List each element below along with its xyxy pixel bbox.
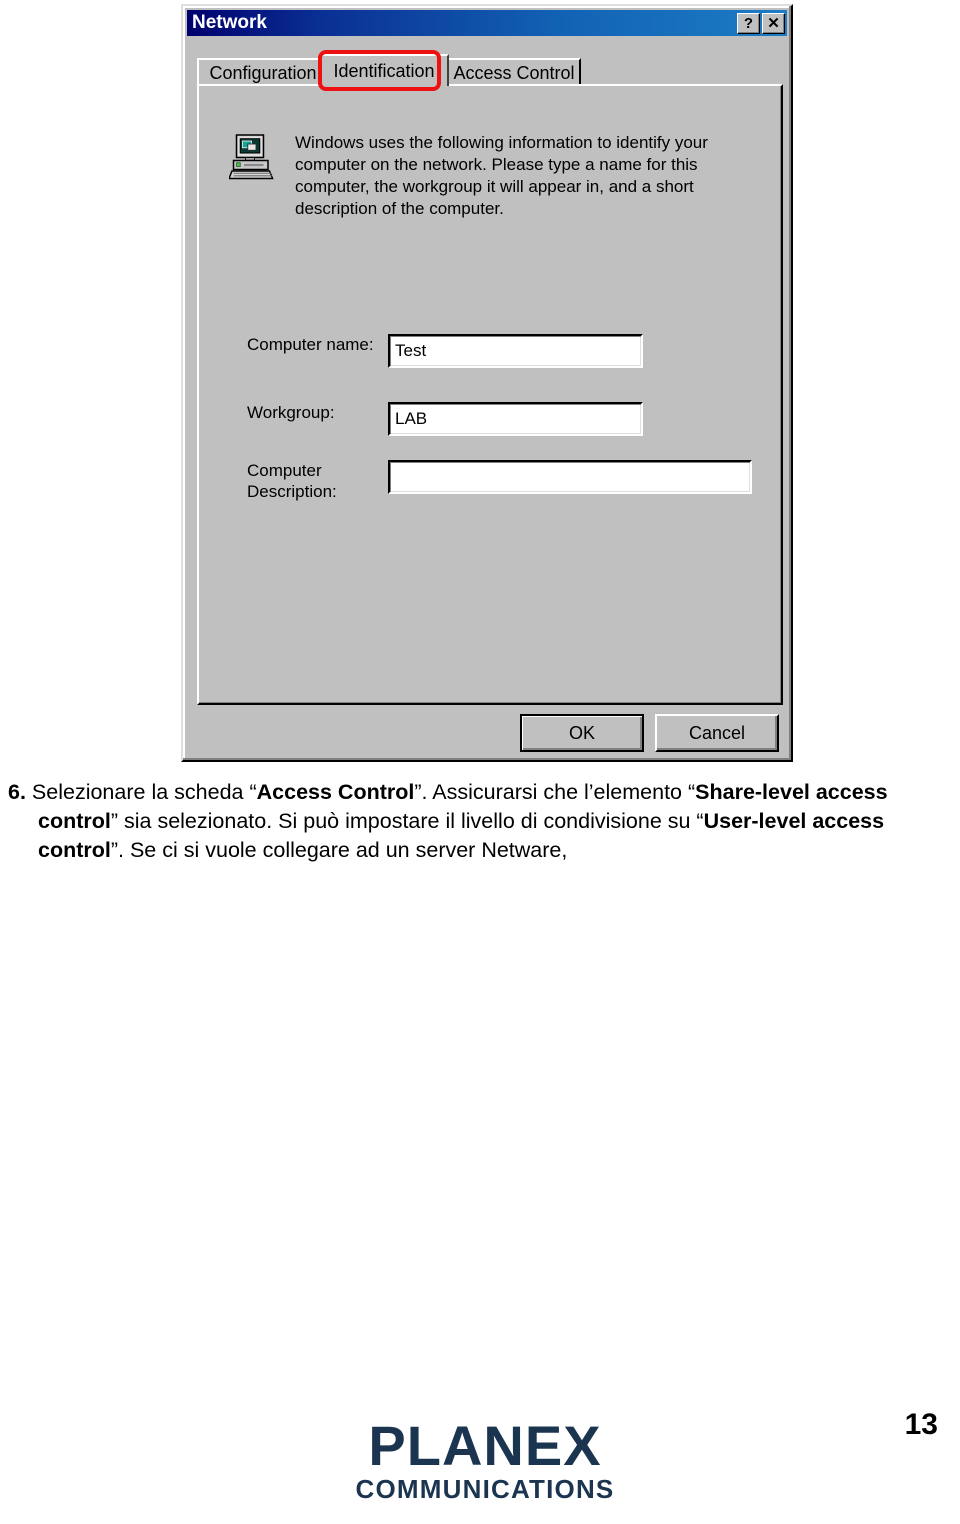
computer-name-input[interactable]: Test: [388, 334, 643, 368]
instruction-bold-access-control: Access Control: [256, 780, 415, 804]
field-computer-name: Computer name: Test: [247, 334, 643, 368]
tab-identification[interactable]: Identification: [319, 54, 449, 86]
field-workgroup: Workgroup: LAB: [247, 402, 643, 436]
instruction-text-c: ”. Assicurarsi che l’elemento “: [414, 780, 696, 804]
ok-button[interactable]: OK: [520, 714, 644, 752]
dialog-titlebar[interactable]: Network ? ✕: [187, 10, 787, 36]
logo-wordmark: PLANEX: [368, 1414, 602, 1477]
field-computer-description: Computer Description:: [247, 460, 752, 502]
help-icon[interactable]: ?: [737, 12, 760, 34]
dialog-button-row: OK Cancel: [183, 714, 791, 758]
tab-access-control[interactable]: Access Control: [447, 58, 581, 86]
workgroup-input[interactable]: LAB: [388, 402, 643, 436]
identification-tab-panel: Windows uses the following information t…: [197, 84, 783, 705]
logo-tagline: COMMUNICATIONS: [355, 1474, 615, 1504]
close-icon[interactable]: ✕: [762, 12, 785, 34]
network-dialog-window: Network ? ✕ Configuration Identification…: [181, 4, 793, 762]
dialog-title: Network: [192, 12, 267, 33]
workgroup-label: Workgroup:: [247, 403, 335, 422]
computer-network-icon: [229, 134, 274, 180]
step-number: 6.: [8, 780, 26, 804]
computer-name-label: Computer name:: [247, 335, 374, 354]
instruction-paragraph: 6. Selezionare la scheda “Access Control…: [8, 778, 938, 865]
info-text: Windows uses the following information t…: [295, 133, 708, 218]
info-block: Windows uses the following information t…: [229, 132, 731, 220]
instruction-text-e: ” sia selezionato. Si può impostare il l…: [110, 809, 704, 833]
cancel-button[interactable]: Cancel: [655, 714, 779, 752]
planex-logo: PLANEX COMMUNICATIONS: [310, 1414, 660, 1504]
computer-description-input[interactable]: [388, 460, 752, 494]
instruction-text-a: Selezionare la scheda “: [31, 780, 257, 804]
computer-description-label: Computer Description:: [247, 461, 337, 501]
page-number: 13: [904, 1408, 938, 1441]
tab-strip: Configuration Identification Access Cont…: [197, 54, 783, 86]
tab-configuration[interactable]: Configuration: [197, 58, 329, 86]
instruction-text-g: ”. Se ci si vuole collegare ad un server…: [110, 838, 568, 862]
